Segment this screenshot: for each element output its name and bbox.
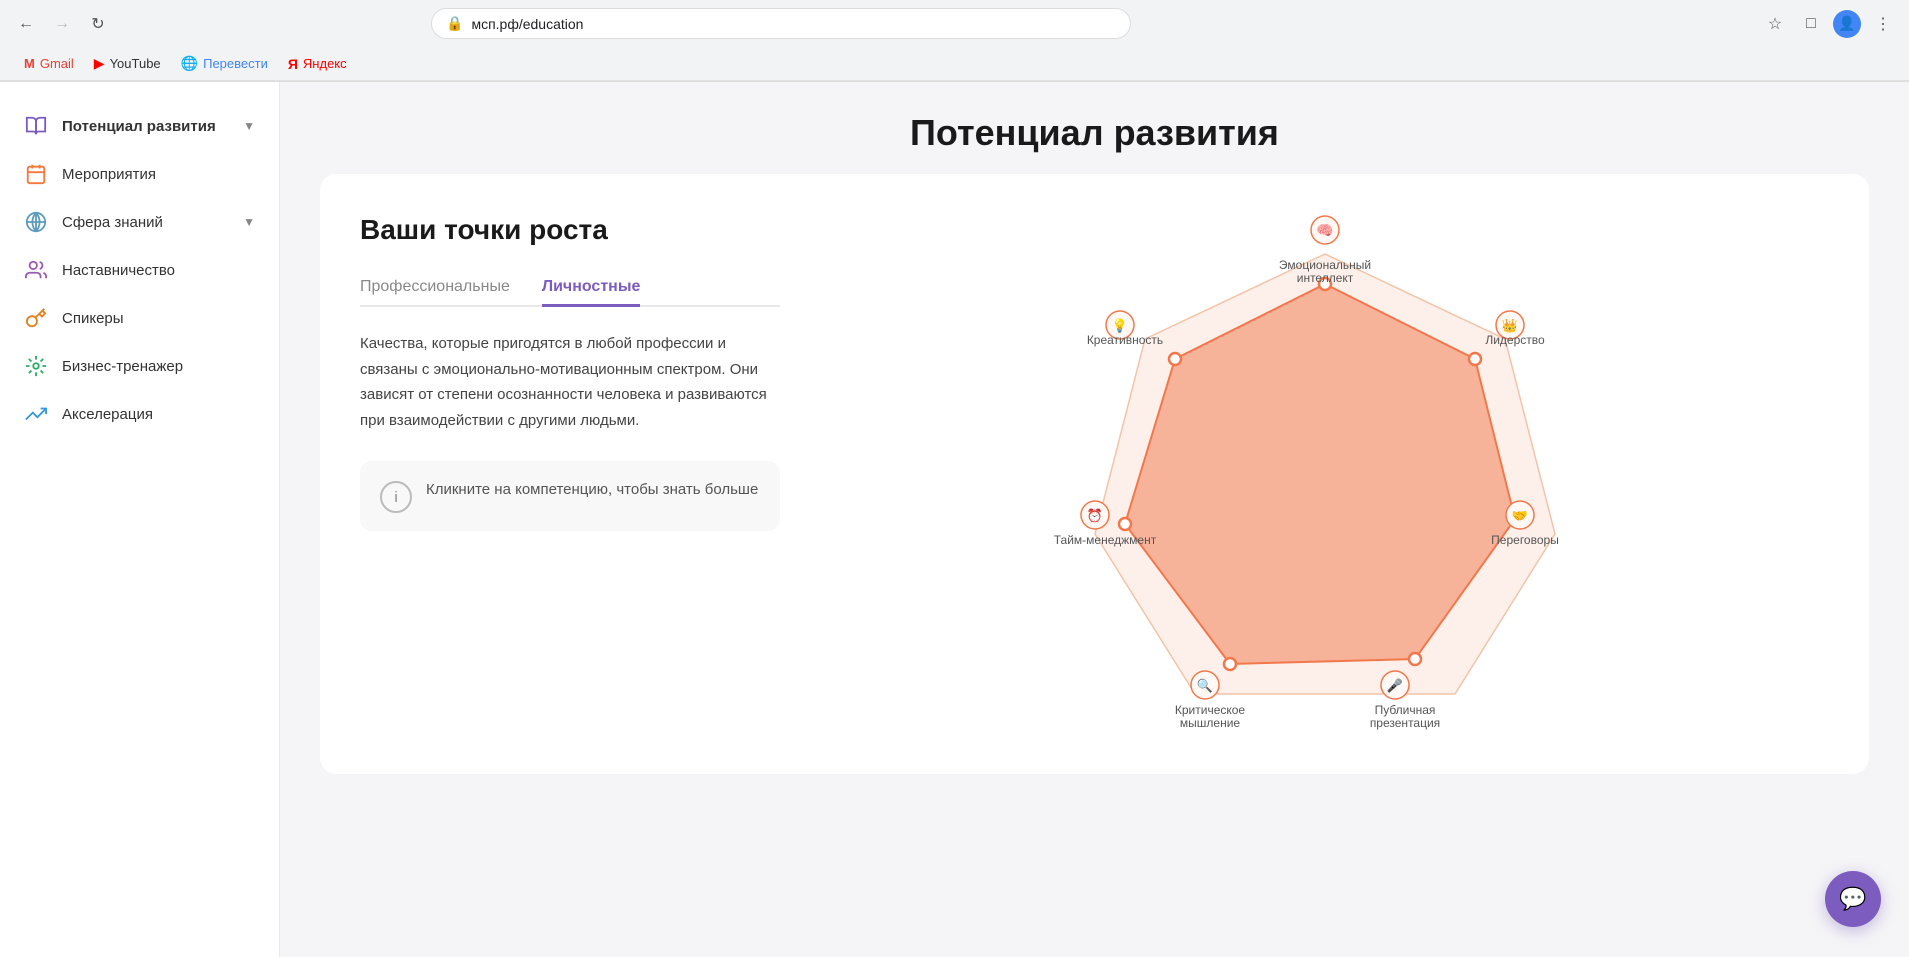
mentorship-icon [24, 258, 48, 282]
tabs-row: Профессиональные Личностные [360, 270, 780, 307]
sidebar-item-knowledge-label: Сфера знаний [62, 214, 229, 231]
back-button[interactable]: ← [12, 10, 40, 38]
bookmark-star-button[interactable]: ☆ [1761, 10, 1789, 38]
sidebar: Потенциал развития ▼ Мероприятия Сфера з… [0, 82, 280, 957]
bookmark-translate-label: Перевести [203, 56, 268, 71]
key-icon [24, 306, 48, 330]
svg-text:💡: 💡 [1111, 318, 1127, 333]
page-header: Потенциал развития [280, 82, 1909, 174]
url-text: мсп.рф/education [471, 16, 1116, 32]
bookmark-gmail-label: Gmail [40, 56, 74, 71]
emotional-icon[interactable]: 🧠 [1311, 216, 1339, 244]
sidebar-item-speakers[interactable]: Спикеры [0, 294, 279, 342]
bookmark-yandex[interactable]: Я Яндекс [280, 52, 355, 76]
toolbar-right: ☆ □ 👤 ⋮ [1761, 10, 1897, 38]
svg-text:🧠: 🧠 [1316, 222, 1333, 238]
page-layout: Потенциал развития ▼ Мероприятия Сфера з… [0, 82, 1909, 957]
sidebar-item-trainer-label: Бизнес-тренажер [62, 358, 255, 375]
chat-icon: 💬 [1839, 886, 1866, 912]
tab-personal[interactable]: Личностные [542, 270, 641, 307]
timemanagement-icon[interactable]: ⏰ [1081, 501, 1109, 529]
radar-dot-blc[interactable] [1224, 658, 1236, 670]
label-emotional-1: Эмоциональный [1278, 258, 1370, 272]
gmail-icon: M [24, 56, 35, 71]
split-view-button[interactable]: □ [1797, 10, 1825, 38]
sidebar-item-acceleration-label: Акселерация [62, 406, 255, 423]
sidebar-item-mentorship-label: Наставничество [62, 262, 255, 279]
sidebar-item-events[interactable]: Мероприятия [0, 150, 279, 198]
tab-professional[interactable]: Профессиональные [360, 270, 510, 307]
info-box-text: Кликните на компетенцию, чтобы знать бол… [426, 479, 758, 502]
bookmark-gmail[interactable]: M Gmail [16, 52, 82, 75]
sidebar-item-knowledge[interactable]: Сфера знаний ▼ [0, 198, 279, 246]
sidebar-item-mentorship[interactable]: Наставничество [0, 246, 279, 294]
browser-chrome: ← → ↻ 🔒 мсп.рф/education ☆ □ 👤 ⋮ M Gmail… [0, 0, 1909, 82]
radar-dot-tl[interactable] [1169, 353, 1181, 365]
left-panel: Ваши точки роста Профессиональные Личнос… [360, 214, 780, 734]
calendar-icon [24, 162, 48, 186]
sidebar-item-events-label: Мероприятия [62, 166, 255, 183]
sidebar-item-potential-label: Потенциал развития [62, 118, 229, 135]
sidebar-item-acceleration[interactable]: Акселерация [0, 390, 279, 438]
label-leadership: Лидерство [1485, 333, 1545, 347]
presentation-icon[interactable]: 🎤 [1381, 671, 1409, 699]
menu-button[interactable]: ⋮ [1869, 10, 1897, 38]
sidebar-item-speakers-label: Спикеры [62, 310, 255, 327]
svg-text:🔍: 🔍 [1196, 677, 1212, 693]
info-box: i Кликните на компетенцию, чтобы знать б… [360, 461, 780, 531]
page-title: Потенциал развития [280, 112, 1909, 154]
user-avatar[interactable]: 👤 [1833, 10, 1861, 38]
radar-dot-bl[interactable] [1119, 518, 1131, 530]
sidebar-item-trainer[interactable]: Бизнес-тренажер [0, 342, 279, 390]
critical-icon[interactable]: 🔍 [1191, 671, 1219, 699]
label-presentation-1: Публичная [1374, 703, 1435, 717]
svg-text:👑: 👑 [1501, 318, 1517, 333]
label-creativity: Креативность [1086, 333, 1162, 347]
label-timemanagement: Тайм-менеджмент [1053, 533, 1156, 547]
section-title: Ваши точки роста [360, 214, 780, 246]
translate-icon: 🌐 [181, 55, 198, 72]
label-critical-1: Критическое [1174, 703, 1245, 717]
browser-toolbar: ← → ↻ 🔒 мсп.рф/education ☆ □ 👤 ⋮ [0, 0, 1909, 47]
chevron-down-icon: ▼ [243, 119, 255, 133]
radar-chart: 🧠 Эмоциональный интеллект 👑 Лидерство 🤝 [1045, 214, 1605, 734]
svg-text:🤝: 🤝 [1511, 508, 1527, 523]
trainer-icon [24, 354, 48, 378]
bookmark-youtube[interactable]: ▶ YouTube [86, 51, 169, 76]
main-content: Потенциал развития Ваши точки роста Проф… [280, 82, 1909, 957]
radar-dot-brc[interactable] [1409, 653, 1421, 665]
chevron-down-icon-2: ▼ [243, 215, 255, 229]
radar-dot-tr[interactable] [1469, 353, 1481, 365]
sphere-icon [24, 210, 48, 234]
bookmark-yandex-label: Яндекс [303, 56, 347, 71]
yandex-icon: Я [288, 56, 298, 72]
content-card: Ваши точки роста Профессиональные Личнос… [320, 174, 1869, 774]
svg-text:⏰: ⏰ [1086, 507, 1102, 523]
radar-container: 🧠 Эмоциональный интеллект 👑 Лидерство 🤝 [820, 214, 1829, 734]
label-emotional-2: интеллект [1296, 271, 1353, 285]
youtube-icon: ▶ [94, 55, 105, 72]
label-negotiations: Переговоры [1491, 533, 1559, 547]
lock-icon: 🔒 [446, 15, 463, 32]
label-critical-2: мышление [1179, 716, 1240, 730]
accel-icon [24, 402, 48, 426]
bookmarks-bar: M Gmail ▶ YouTube 🌐 Перевести Я Яндекс [0, 47, 1909, 81]
bookmark-youtube-label: YouTube [110, 56, 161, 71]
negotiations-icon[interactable]: 🤝 [1506, 501, 1534, 529]
label-presentation-2: презентация [1369, 716, 1439, 730]
svg-text:🎤: 🎤 [1386, 677, 1402, 693]
chat-bubble[interactable]: 💬 [1825, 871, 1881, 927]
info-icon: i [380, 481, 412, 513]
reload-button[interactable]: ↻ [84, 10, 112, 38]
bookmark-translate[interactable]: 🌐 Перевести [173, 51, 276, 76]
address-bar[interactable]: 🔒 мсп.рф/education [431, 8, 1131, 39]
book-icon [24, 114, 48, 138]
forward-button[interactable]: → [48, 10, 76, 38]
description-text: Качества, которые пригодятся в любой про… [360, 331, 780, 433]
sidebar-item-potential[interactable]: Потенциал развития ▼ [0, 102, 279, 150]
